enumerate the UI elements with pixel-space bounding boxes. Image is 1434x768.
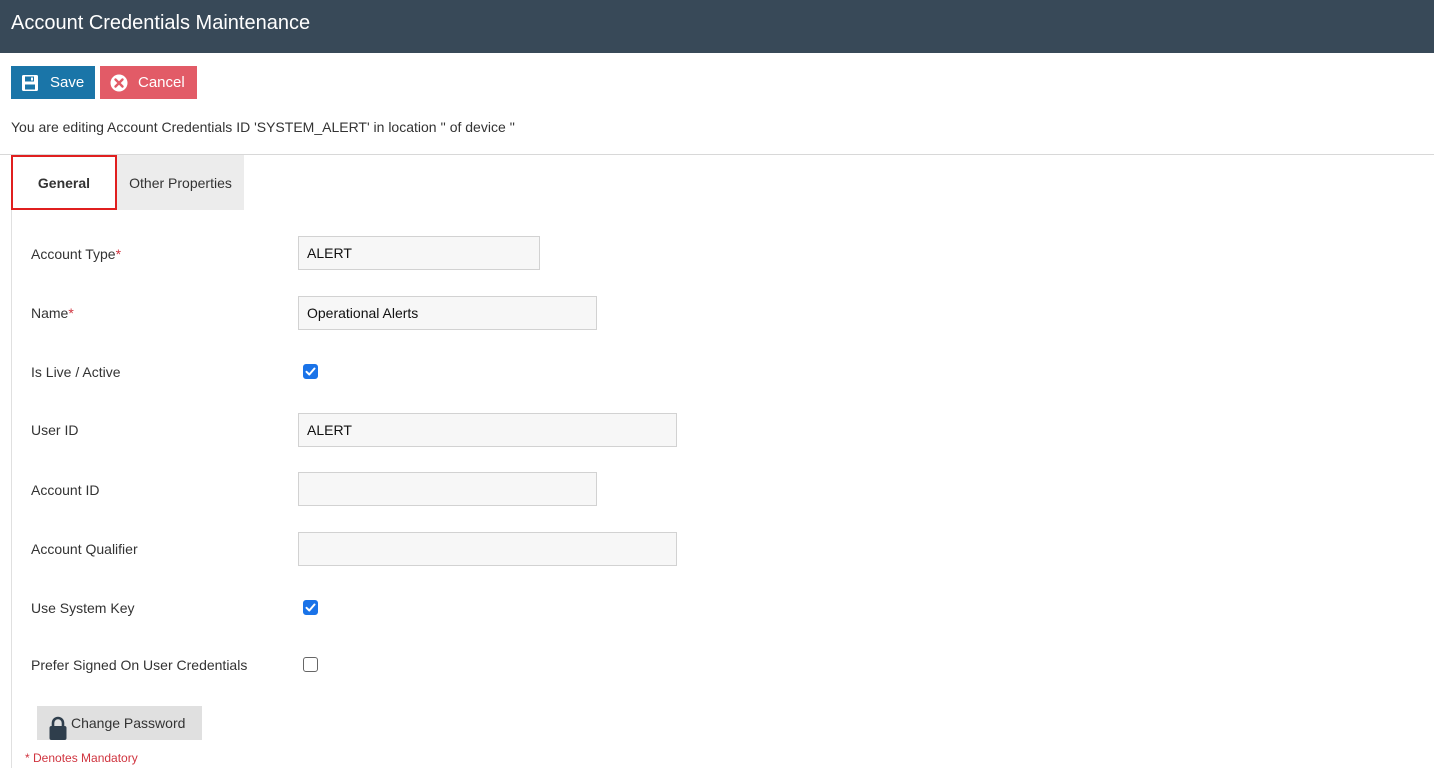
save-button[interactable]: Save — [11, 66, 95, 99]
account-id-label: Account ID — [31, 482, 100, 498]
cancel-button[interactable]: Cancel — [100, 66, 197, 99]
account-type-label: Account Type* — [31, 245, 121, 263]
use-system-key-checkbox[interactable] — [303, 600, 318, 615]
checkmark-icon — [305, 603, 316, 612]
cancel-button-label: Cancel — [138, 74, 185, 91]
name-label: Name* — [31, 304, 74, 322]
save-button-label: Save — [50, 74, 85, 91]
name-label-text: Name — [31, 305, 69, 321]
is-live-checkbox[interactable] — [303, 364, 318, 379]
tab-general[interactable]: General — [11, 155, 117, 210]
account-id-field[interactable] — [298, 472, 597, 506]
mandatory-note: * Denotes Mandatory — [25, 751, 138, 765]
floppy-disk-icon — [22, 74, 38, 91]
required-mark: * — [115, 246, 122, 262]
page-title: Account Credentials Maintenance — [11, 12, 311, 34]
lock-icon — [48, 716, 68, 740]
name-field[interactable] — [298, 296, 597, 330]
tab-other-properties-label: Other Properties — [129, 174, 232, 191]
checkmark-icon — [305, 367, 316, 376]
change-password-label: Change Password — [71, 715, 186, 731]
account-type-label-text: Account Type — [31, 246, 116, 262]
prefer-signed-on-checkbox[interactable] — [303, 657, 318, 672]
account-qualifier-field[interactable] — [298, 532, 677, 566]
close-circle-icon — [110, 74, 128, 92]
tab-other-properties[interactable]: Other Properties — [117, 155, 244, 210]
is-live-label: Is Live / Active — [31, 364, 121, 380]
change-password-button[interactable]: Change Password — [37, 706, 202, 740]
title-bar: Account Credentials Maintenance — [0, 0, 1434, 53]
account-type-field[interactable] — [298, 236, 540, 270]
panel-left-border — [11, 210, 12, 768]
required-mark: * — [68, 305, 74, 321]
user-id-field[interactable] — [298, 413, 677, 447]
account-qualifier-label: Account Qualifier — [31, 541, 138, 557]
prefer-signed-on-label: Prefer Signed On User Credentials — [31, 657, 248, 673]
editing-info-text: You are editing Account Credentials ID '… — [11, 119, 515, 135]
tab-general-label: General — [37, 174, 91, 191]
use-system-key-label: Use System Key — [31, 600, 135, 616]
user-id-label: User ID — [31, 422, 79, 438]
